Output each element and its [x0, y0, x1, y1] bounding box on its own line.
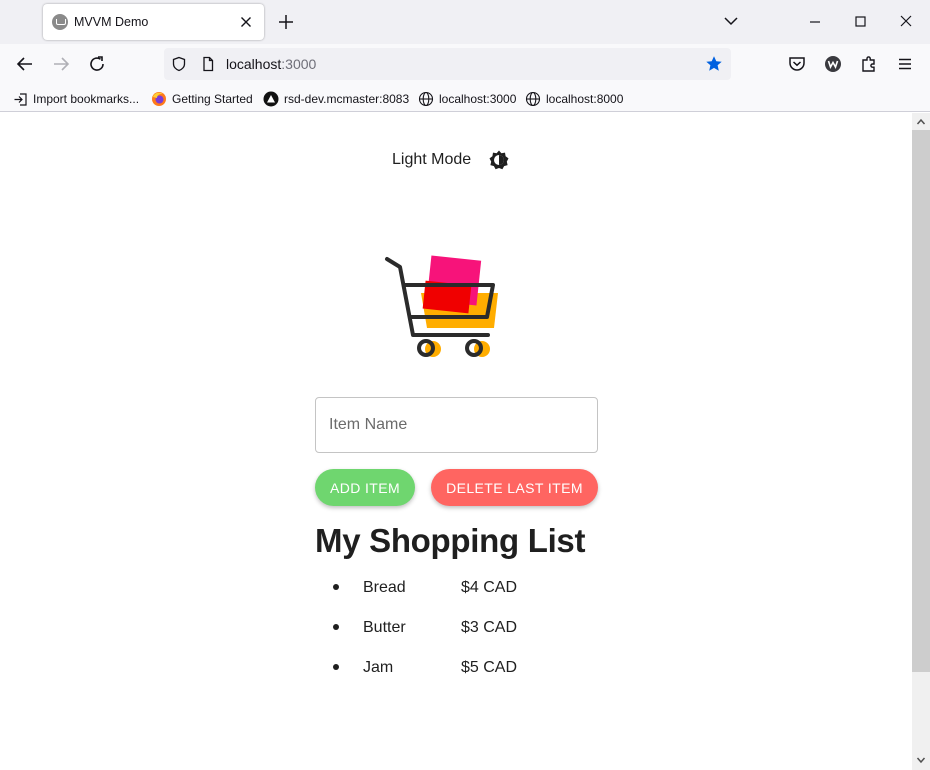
- scrollbar-thumb[interactable]: [912, 130, 930, 672]
- url-text[interactable]: localhost:3000: [226, 56, 316, 72]
- shopping-cart-logo: [385, 255, 498, 357]
- bookmark-getting-started[interactable]: Getting Started: [151, 90, 253, 108]
- pocket-icon[interactable]: [785, 52, 809, 76]
- theme-label: Light Mode: [392, 151, 472, 168]
- bullet-dot: [333, 584, 339, 590]
- bookmark-label: Import bookmarks...: [33, 92, 140, 106]
- item-price: $5 CAD: [461, 659, 518, 676]
- bookmark-localhost-3000[interactable]: localhost:3000: [418, 90, 516, 108]
- close-icon[interactable]: [237, 13, 255, 31]
- firefox-icon: [152, 92, 166, 106]
- contrast-sun-icon[interactable]: [487, 148, 511, 172]
- hamburger-menu-icon[interactable]: [893, 52, 917, 76]
- reload-icon[interactable]: [85, 52, 109, 76]
- cart-favicon-icon: [52, 14, 68, 30]
- bookmark-label: localhost:3000: [439, 92, 517, 106]
- page-info-icon[interactable]: [200, 56, 216, 72]
- maximize-icon[interactable]: [838, 0, 884, 44]
- item-name-input[interactable]: [315, 397, 598, 453]
- scroll-up-icon[interactable]: [916, 117, 926, 127]
- tracking-shield-icon[interactable]: [171, 56, 187, 72]
- item-price: $4 CAD: [461, 579, 518, 596]
- globe-icon: [418, 91, 434, 107]
- item-name: Bread: [363, 579, 406, 596]
- page-viewport: Light Mode ADD ITEM DELETE LAST ITEM My …: [0, 113, 912, 770]
- bookmarks-toolbar: Import bookmarks... Getting Started rsd-…: [0, 84, 930, 112]
- account-w-icon[interactable]: [821, 52, 845, 76]
- bookmark-label: Getting Started: [172, 92, 253, 106]
- shopping-list-title: My Shopping List: [315, 522, 586, 559]
- triangle-logo-icon: [263, 91, 279, 107]
- bookmark-import[interactable]: Import bookmarks...: [13, 90, 139, 108]
- item-name: Butter: [363, 619, 406, 636]
- import-icon: [14, 92, 27, 106]
- bullet-dot: [333, 664, 339, 670]
- chevron-down-icon[interactable]: [719, 9, 743, 33]
- add-item-button[interactable]: ADD ITEM: [315, 469, 415, 506]
- theme-toggle[interactable]: Light Mode: [392, 148, 511, 172]
- bookmark-label: localhost:8000: [546, 92, 624, 106]
- address-bar[interactable]: localhost:3000: [164, 48, 731, 80]
- bullet-dot: [333, 624, 339, 630]
- tab-mvvm-demo[interactable]: MVVM Demo: [43, 4, 264, 40]
- extensions-puzzle-icon[interactable]: [857, 52, 881, 76]
- new-tab-plus-icon[interactable]: [273, 9, 299, 35]
- navigation-toolbar: localhost:3000: [0, 44, 930, 84]
- bookmark-rsd-dev[interactable]: rsd-dev.mcmaster:8083: [263, 90, 409, 108]
- back-arrow-icon[interactable]: [13, 52, 37, 76]
- forward-arrow-icon[interactable]: [49, 52, 73, 76]
- bookmark-label: rsd-dev.mcmaster:8083: [284, 92, 410, 106]
- bookmark-localhost-8000[interactable]: localhost:8000: [525, 90, 623, 108]
- item-price: $3 CAD: [461, 619, 518, 636]
- bookmark-star-icon[interactable]: [705, 55, 723, 73]
- scroll-down-icon[interactable]: [916, 755, 926, 765]
- minimize-icon[interactable]: [792, 0, 838, 44]
- tab-title: MVVM Demo: [74, 15, 149, 29]
- tab-bar: MVVM Demo: [0, 0, 930, 44]
- vertical-scrollbar[interactable]: [912, 113, 930, 770]
- globe-icon: [525, 91, 541, 107]
- window-close-icon[interactable]: [884, 0, 930, 44]
- delete-last-item-button[interactable]: DELETE LAST ITEM: [431, 469, 598, 506]
- item-name: Jam: [363, 659, 394, 676]
